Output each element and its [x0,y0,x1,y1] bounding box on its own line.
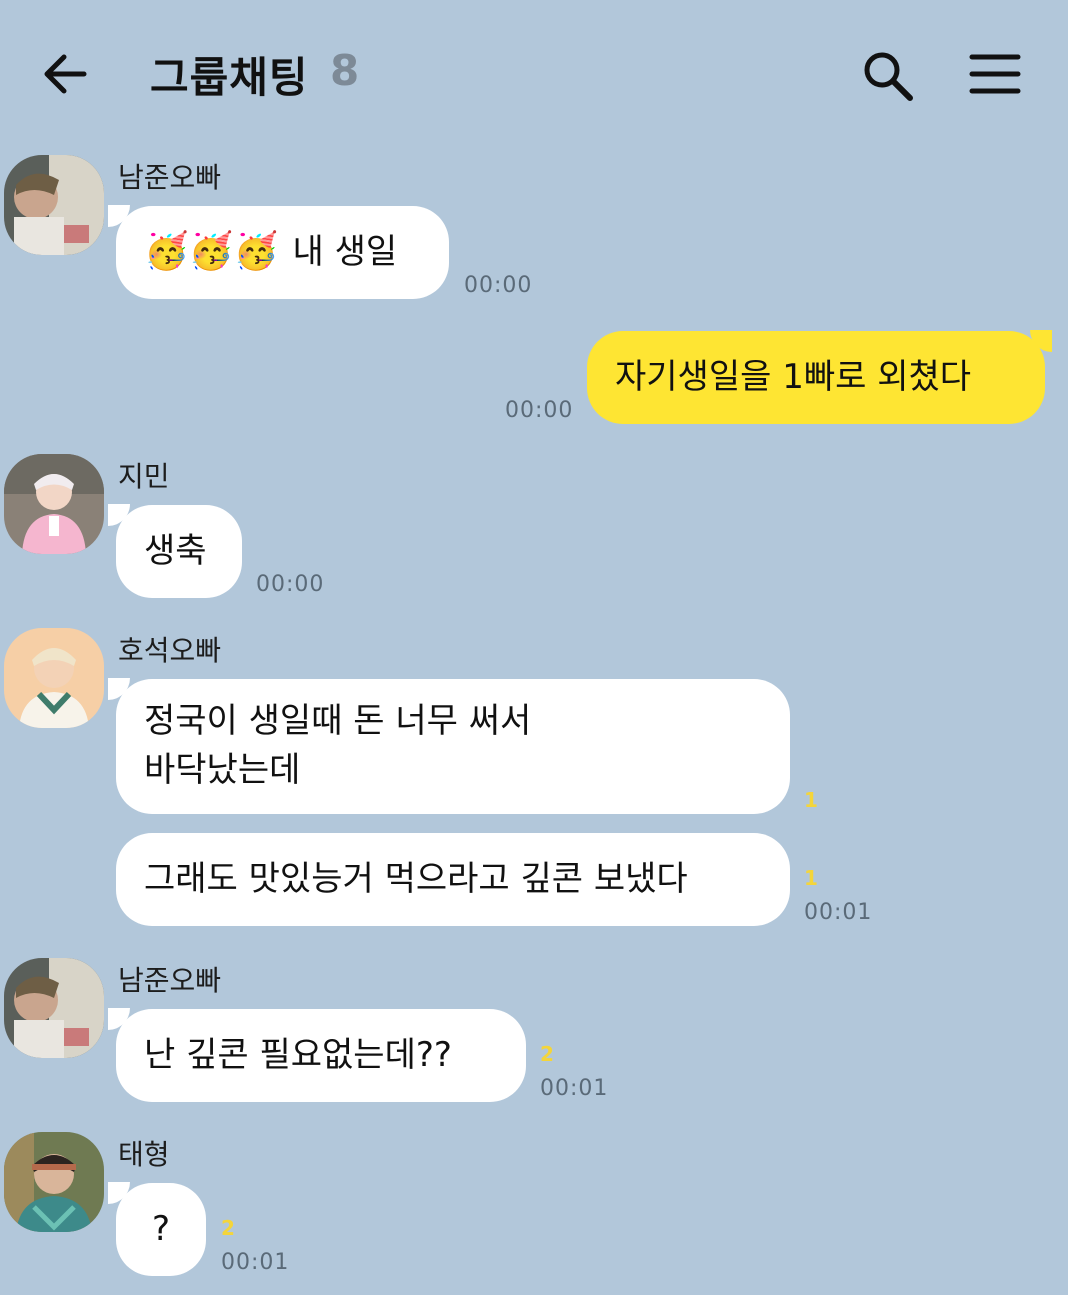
message-bubble[interactable]: 정국이 생일때 돈 너무 써서 바닥났는데 [116,679,790,814]
unread-count: 2 [540,1042,554,1066]
message-time: 00:00 [505,398,574,423]
unread-count: 1 [804,866,818,890]
message-time: 00:00 [256,572,325,597]
search-icon [864,52,913,101]
chat-header: 그룹채팅 8 [0,0,1068,140]
sender-name: 남준오빠 [118,964,222,997]
hamburger-menu-icon [969,54,1021,94]
avatar-namjoon[interactable] [4,958,104,1058]
sender-name: 호석오빠 [118,634,222,667]
message-bubble[interactable]: 그래도 맛있능거 먹으라고 깊콘 보냈다 [116,833,790,926]
menu-button[interactable] [968,52,1022,96]
message-time: 00:01 [804,900,873,925]
avatar-namjoon[interactable] [4,155,104,255]
message-line: 정국이 생일때 돈 너무 써서 [144,701,532,741]
unread-count: 2 [221,1216,235,1240]
message-bubble[interactable]: 생축 [116,505,242,598]
message-bubble[interactable]: 난 깊콘 필요없는데?? [116,1009,526,1102]
message-text: 내 생일 [292,231,398,272]
message-text: 난 깊콘 필요없는데?? [144,1034,452,1075]
message-time: 00:01 [221,1250,290,1275]
message-text: 생축 [144,530,207,571]
message-bubble[interactable]: ? [116,1183,206,1276]
sender-name: 지민 [118,460,170,493]
chat-title: 그룹채팅 [150,53,309,102]
message-text: 그래도 맛있능거 먹으라고 깊콘 보냈다 [144,858,688,899]
member-count: 8 [330,46,360,95]
message-text: 자기생일을 1빠로 외쳤다 [615,356,972,397]
party-face-emoji: 🥳🥳🥳 [144,231,279,273]
search-button[interactable] [860,48,916,104]
message-text: ? [151,1208,171,1249]
message-time: 00:00 [464,273,533,298]
sender-name: 남준오빠 [118,161,222,194]
message-time: 00:01 [540,1076,609,1101]
unread-count: 1 [804,788,818,812]
back-button[interactable] [38,48,92,100]
avatar-taehyung[interactable] [4,1132,104,1232]
avatar-hoseok[interactable] [4,628,104,728]
avatar-jimin[interactable] [4,454,104,554]
message-bubble[interactable]: 🥳🥳🥳 내 생일 [116,206,449,299]
message-line: 바닥났는데 [144,750,301,791]
arrow-left-icon [44,54,87,94]
sender-name: 태형 [118,1138,170,1171]
my-message-bubble[interactable]: 자기생일을 1빠로 외쳤다 [587,331,1045,424]
